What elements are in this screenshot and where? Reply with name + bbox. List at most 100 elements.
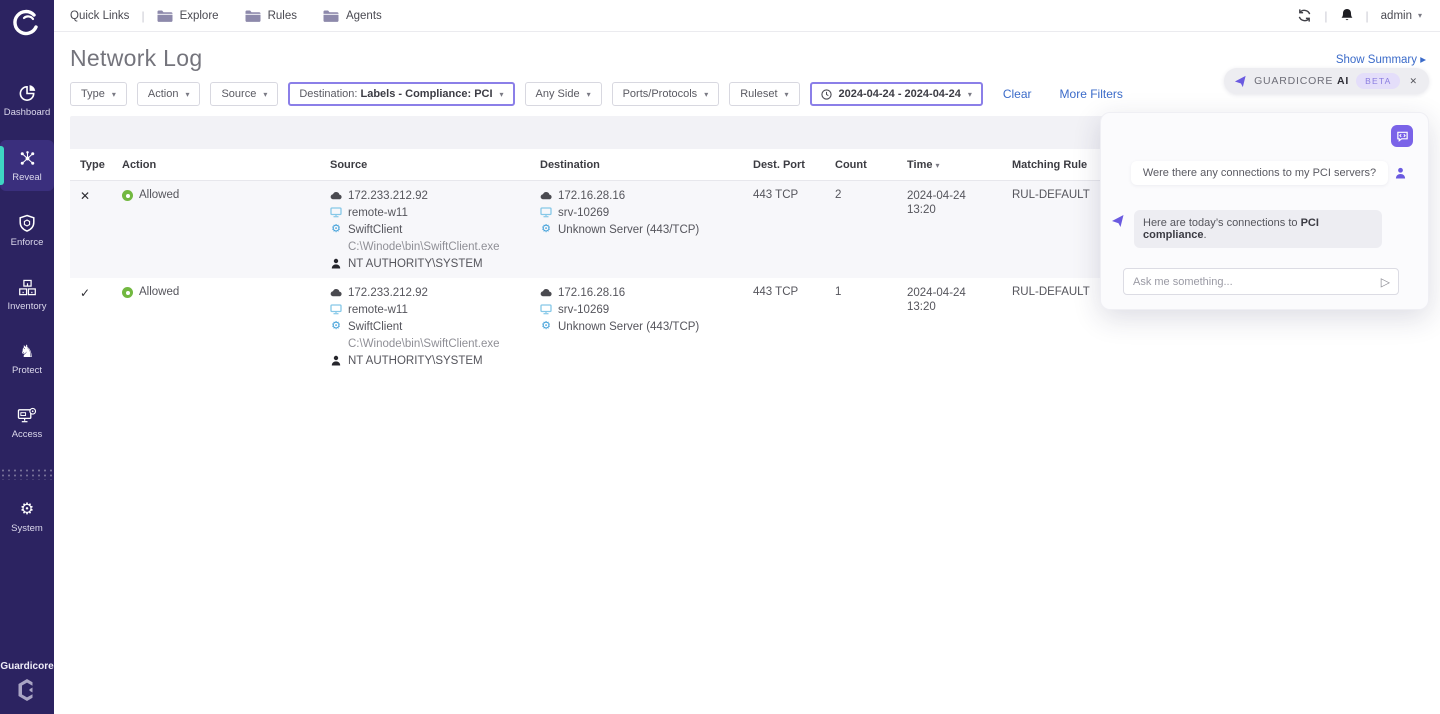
topbar-divider: | (1324, 9, 1327, 23)
sidebar-dotted-divider (0, 468, 54, 480)
folder-icon (157, 10, 173, 22)
sidebar-item-label: Enforce (11, 237, 44, 248)
chevron-down-icon: ▾ (587, 90, 591, 99)
notifications-bell-button[interactable] (1340, 8, 1354, 23)
process-gear-icon: ⚙ (540, 321, 552, 332)
show-summary-link[interactable]: Show Summary ▸ (1336, 52, 1426, 66)
ai-message-bubble: Here are today’s connections to PCI comp… (1134, 210, 1382, 248)
sort-desc-icon: ▾ (936, 161, 940, 170)
filter-ruleset[interactable]: Ruleset▾ (729, 82, 799, 106)
filter-date-range[interactable]: 2024-04-24 - 2024-04-24 ▾ (810, 82, 983, 106)
guardicore-ai-panel: Were there any connections to my PCI ser… (1100, 112, 1429, 310)
sidebar-item-system[interactable]: ⚙ System (0, 492, 54, 542)
reveal-network-icon (18, 149, 37, 168)
chevron-down-icon: ▾ (968, 90, 972, 99)
chat-input[interactable] (1133, 276, 1381, 288)
ai-triangle-logo-icon (1111, 214, 1125, 228)
guardicore-hex-logo-icon (16, 678, 38, 702)
col-time[interactable]: Time ▾ (907, 159, 1012, 171)
folder-icon (323, 10, 339, 22)
dest-port-cell: 443 TCP (753, 189, 835, 270)
guardicore-logo-icon[interactable] (0, 0, 54, 47)
cloud-icon (540, 191, 552, 200)
inventory-boxes-icon (18, 279, 37, 297)
sidebar-item-label: Access (12, 429, 43, 440)
top-bar: Quick Links | Explore Rules Agents | (54, 0, 1440, 32)
process-path: C:\Winode\bin\SwiftClient.exe (330, 240, 540, 253)
sidebar-item-access[interactable]: Access (0, 398, 54, 448)
nav-agents[interactable]: Agents (323, 10, 382, 22)
filter-any-side[interactable]: Any Side▾ (525, 82, 602, 106)
action-label: Allowed (139, 189, 179, 201)
user-message-bubble: Were there any connections to my PCI ser… (1131, 161, 1388, 185)
allowed-status-icon (122, 190, 133, 201)
clear-filters-button[interactable]: Clear (1003, 87, 1032, 101)
nav-rules[interactable]: Rules (245, 10, 297, 22)
sidebar-item-enforce[interactable]: Enforce (0, 205, 54, 256)
close-icon[interactable]: ✕ (1409, 76, 1417, 87)
chevron-down-icon: ▾ (263, 90, 267, 99)
col-action[interactable]: Action (122, 159, 330, 171)
filter-action[interactable]: Action▾ (137, 82, 201, 106)
user-menu[interactable]: admin ▾ (1381, 10, 1422, 22)
protect-knight-icon: ♞ (19, 343, 34, 361)
sidebar-item-label: Inventory (7, 301, 46, 312)
cloud-icon (540, 288, 552, 297)
page-title: Network Log (70, 45, 202, 72)
sidebar-item-reveal[interactable]: Reveal (0, 140, 54, 191)
ai-triangle-logo-icon (1234, 75, 1247, 88)
sidebar-item-label: Dashboard (4, 107, 50, 118)
chevron-down-icon: ▾ (112, 90, 116, 99)
open-chat-button[interactable] (1391, 125, 1413, 147)
source-cell: 172.233.212.92 remote-w11 ⚙SwiftClient C… (330, 286, 540, 367)
col-type[interactable]: Type (80, 159, 122, 171)
destination-cell: 172.16.28.16 srv-10269 ⚙Unknown Server (… (540, 286, 753, 367)
sidebar-item-protect[interactable]: ♞ Protect (0, 334, 54, 384)
cloud-icon (330, 288, 342, 297)
topbar-divider: | (141, 9, 144, 23)
filter-type[interactable]: Type▾ (70, 82, 127, 106)
nav-explore[interactable]: Explore (157, 10, 219, 22)
quick-links-button[interactable]: Quick Links (70, 10, 129, 22)
user-icon (330, 355, 342, 366)
source-cell: 172.233.212.92 remote-w11 ⚙SwiftClient C… (330, 189, 540, 270)
process-path: C:\Winode\bin\SwiftClient.exe (330, 337, 540, 350)
failed-x-icon: ✕ (80, 189, 122, 270)
user-avatar-icon (1395, 167, 1406, 179)
monitor-icon (330, 207, 342, 218)
process-gear-icon: ⚙ (330, 224, 342, 235)
monitor-icon (540, 207, 552, 218)
refresh-button[interactable] (1297, 8, 1312, 23)
col-count[interactable]: Count (835, 159, 907, 171)
filter-destination[interactable]: Destination: Labels - Compliance: PCI ▾ (288, 82, 514, 106)
sidebar-item-dashboard[interactable]: Dashboard (0, 75, 54, 126)
allowed-status-icon (122, 287, 133, 298)
filter-source[interactable]: Source▾ (210, 82, 278, 106)
dest-port-cell: 443 TCP (753, 286, 835, 367)
more-filters-button[interactable]: More Filters (1060, 87, 1123, 101)
triangle-right-icon: ▸ (1420, 54, 1426, 66)
col-dest-port[interactable]: Dest. Port (753, 159, 835, 171)
sidebar-item-label: Protect (12, 365, 42, 376)
chevron-down-icon: ▾ (500, 90, 504, 99)
chat-input-box: ▷ (1123, 268, 1399, 295)
guardicore-ai-header: GUARDICORE AI BETA ✕ (1224, 68, 1429, 94)
filter-ports-protocols[interactable]: Ports/Protocols▾ (612, 82, 720, 106)
time-cell: 2024-04-24 13:20 (907, 189, 1012, 270)
count-cell: 1 (835, 286, 907, 367)
col-destination[interactable]: Destination (540, 159, 753, 171)
send-icon[interactable]: ▷ (1381, 275, 1390, 289)
beta-badge: BETA (1356, 73, 1400, 89)
destination-cell: 172.16.28.16 srv-10269 ⚙Unknown Server (… (540, 189, 753, 270)
brand-label: Guardicore (0, 661, 53, 672)
sidebar-item-inventory[interactable]: Inventory (0, 270, 54, 320)
time-cell: 2024-04-24 13:20 (907, 286, 1012, 367)
col-source[interactable]: Source (330, 159, 540, 171)
chevron-down-icon: ▾ (785, 90, 789, 99)
system-gear-icon: ⚙ (20, 501, 34, 519)
chevron-down-icon: ▾ (1418, 11, 1422, 20)
enforce-shield-icon (18, 214, 36, 233)
chevron-down-icon: ▾ (704, 90, 708, 99)
chevron-down-icon: ▾ (185, 90, 189, 99)
dashboard-pie-icon (18, 84, 37, 103)
